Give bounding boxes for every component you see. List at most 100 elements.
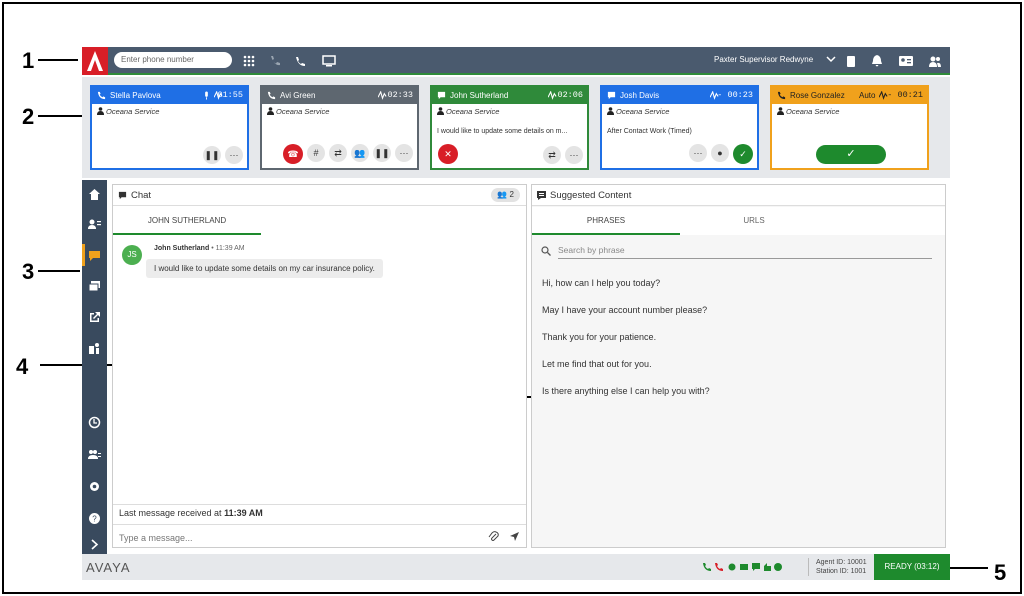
transfer-phone-icon[interactable] <box>294 54 308 68</box>
more-button[interactable]: ··· <box>689 144 707 162</box>
clipboard-icon[interactable] <box>844 54 858 68</box>
status-footer: AVAYA Agent ID: 10001 Station ID: 1001 RE… <box>82 554 950 580</box>
card-service: Oceana Service <box>262 104 417 116</box>
divider <box>808 558 809 576</box>
hold-button[interactable]: ❚❚ <box>373 144 391 162</box>
transfer-button[interactable]: ⇄ <box>329 144 347 162</box>
card-header: Rose Gonzalez Auto - 00:21 <box>772 87 927 104</box>
station-id: Station ID: 1001 <box>816 568 867 575</box>
team-list-icon[interactable] <box>88 448 101 461</box>
card-name: Stella Pavlova <box>110 91 161 100</box>
card-john-sutherland[interactable]: John Sutherland 02:06 Oceana Service I w… <box>430 85 589 170</box>
phone-icon <box>267 91 276 100</box>
card-header: Josh Davis - 00:23 <box>602 87 757 104</box>
person-icon <box>97 107 104 115</box>
more-button[interactable]: ··· <box>565 146 583 164</box>
routing-icon[interactable] <box>88 342 101 355</box>
supervisor-menu[interactable]: Paxter Supervisor Redwyne <box>714 55 813 64</box>
tab-urls[interactable]: URLS <box>680 207 828 235</box>
person-icon <box>267 107 274 115</box>
expand-chevron-icon[interactable] <box>88 538 101 551</box>
accept-button[interactable]: ✓ <box>816 145 886 164</box>
message-sender-row: John Sutherland • 11:39 AM <box>154 245 245 252</box>
phone-number-input[interactable]: Enter phone number <box>114 52 232 68</box>
complete-button[interactable]: ✓ <box>733 144 753 164</box>
bell-icon[interactable] <box>870 54 884 68</box>
screen-icon[interactable] <box>322 54 336 68</box>
ready-status-button[interactable]: READY (03:12) <box>874 554 950 580</box>
message-bubble: I would like to update some details on m… <box>146 259 383 278</box>
waveform-icon <box>710 91 719 100</box>
card-avi-green[interactable]: Avi Green 02:33 Oceana Service ☎ # ⇄ 👥 ❚… <box>260 85 419 170</box>
card-header: John Sutherland 02:06 <box>432 87 587 104</box>
svg-text:?: ? <box>92 515 97 524</box>
card-rose-gonzalez[interactable]: Rose Gonzalez Auto - 00:21 Oceana Servic… <box>770 85 929 170</box>
settings-icon[interactable] <box>88 480 101 493</box>
phrase-item[interactable]: Is there anything else I can help you wi… <box>542 386 710 396</box>
brand-logo: AVAYA <box>86 560 131 575</box>
screens-icon[interactable] <box>88 280 101 293</box>
participants-badge[interactable]: 👥 2 <box>491 188 520 202</box>
suggested-content-panel: Suggested Content PHRASES URLS Search by… <box>531 184 946 548</box>
card-timer: - 00:23 <box>717 90 753 100</box>
tab-phrases[interactable]: PHRASES <box>532 207 680 235</box>
card-stella-pavlova[interactable]: Stella Pavlova 01:55 Oceana Service ❚❚ ··… <box>90 85 249 170</box>
phrase-item[interactable]: Hi, how can I help you today? <box>542 278 660 288</box>
home-icon[interactable] <box>88 188 101 201</box>
more-button[interactable]: ··· <box>225 146 243 164</box>
avatar: JS <box>122 245 142 265</box>
attachment-icon[interactable] <box>488 531 499 542</box>
card-timer: 02:33 <box>387 90 413 100</box>
contacts-icon[interactable] <box>88 218 101 231</box>
hold-button[interactable]: ❚❚ <box>203 146 221 164</box>
dialpad-button[interactable]: # <box>307 144 325 162</box>
card-auto-label: Auto <box>859 91 876 100</box>
end-chat-button[interactable]: ✕ <box>438 144 458 164</box>
chat-icon[interactable] <box>88 249 101 262</box>
sidebar: ? <box>82 180 107 554</box>
card-header: Stella Pavlova 01:55 <box>92 87 247 104</box>
tab-john-sutherland[interactable]: JOHN SUTHERLAND <box>113 207 261 235</box>
phrase-item[interactable]: Thank you for your patience. <box>542 332 656 342</box>
card-josh-davis[interactable]: Josh Davis - 00:23 Oceana Service After … <box>600 85 759 170</box>
chat-panel: Chat 👥 2 JOHN SUTHERLAND JS John Sutherl… <box>112 184 527 548</box>
phrase-item[interactable]: Let me find that out for you. <box>542 359 652 369</box>
person-icon <box>437 107 444 115</box>
callout-5: 5 <box>994 560 1007 585</box>
top-bar: Enter phone number Paxter Supervisor Red… <box>82 47 950 75</box>
knowledge-icon <box>537 191 546 200</box>
team-icon[interactable] <box>928 54 942 68</box>
more-button[interactable]: ··· <box>395 144 413 162</box>
message-input[interactable]: Type a message... <box>119 533 479 543</box>
send-icon[interactable] <box>509 531 520 542</box>
callout-3-line <box>38 270 80 272</box>
chat-header: Chat 👥 2 <box>113 185 526 206</box>
card-service: Oceana Service <box>602 104 757 116</box>
help-icon[interactable]: ? <box>88 512 101 525</box>
card-name: Rose Gonzalez <box>790 91 845 100</box>
callout-3: 3 <box>22 259 35 284</box>
phone-icon[interactable] <box>268 54 282 68</box>
transfer-button[interactable]: ⇄ <box>543 146 561 164</box>
contact-card-icon[interactable] <box>898 54 914 68</box>
disposition-button[interactable]: ● <box>711 144 729 162</box>
callout-5-line <box>948 567 988 569</box>
conference-button[interactable]: 👥 <box>351 144 369 162</box>
card-service: Oceana Service <box>92 104 247 116</box>
history-icon[interactable] <box>88 416 101 429</box>
chevron-down-icon[interactable] <box>826 54 836 64</box>
external-link-icon[interactable] <box>88 311 101 324</box>
phrase-search-input[interactable]: Search by phrase <box>558 245 932 259</box>
phrase-item[interactable]: May I have your account number please? <box>542 305 707 315</box>
card-name: John Sutherland <box>450 91 509 100</box>
suggested-title: Suggested Content <box>550 190 632 201</box>
suggested-header: Suggested Content <box>532 185 945 206</box>
agent-id: Agent ID: 10001 <box>816 559 867 566</box>
person-icon <box>607 107 614 115</box>
interaction-card-bar: Stella Pavlova 01:55 Oceana Service ❚❚ ··… <box>82 77 950 178</box>
dialpad-icon[interactable] <box>242 54 256 68</box>
card-name: Avi Green <box>280 91 316 100</box>
card-timer: 02:06 <box>557 90 583 100</box>
chat-icon <box>118 191 127 200</box>
hangup-button[interactable]: ☎ <box>283 144 303 164</box>
